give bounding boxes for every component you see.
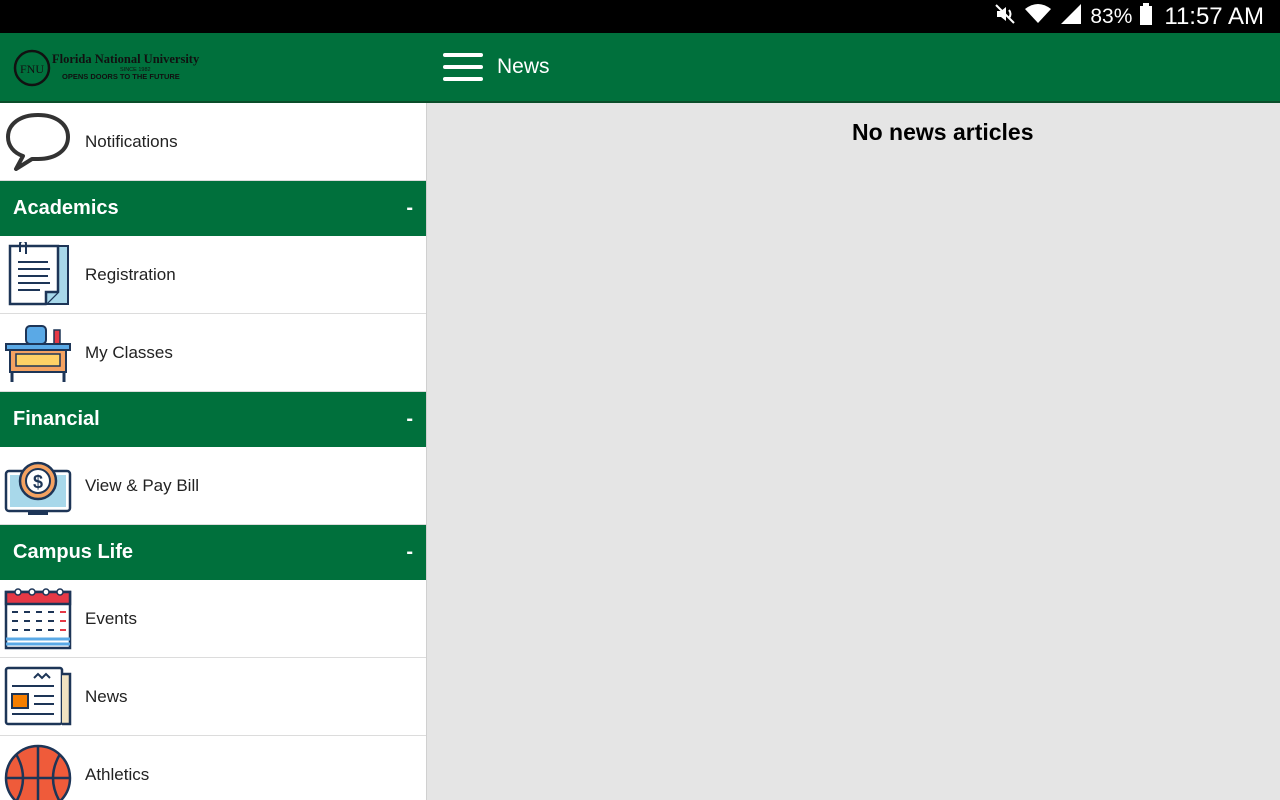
calendar-icon [4, 586, 72, 652]
section-header-financial[interactable]: Financial - [0, 392, 426, 447]
drawer-item-label: Athletics [85, 764, 150, 784]
navigation-drawer: Notifications Academics - Registration M… [0, 103, 427, 800]
section-header-academics[interactable]: Academics - [0, 181, 426, 236]
drawer-item-view-pay-bill[interactable]: $ View & Pay Bill [0, 447, 426, 525]
drawer-item-my-classes[interactable]: My Classes [0, 314, 426, 392]
signal-icon [1060, 3, 1082, 30]
section-title: Academics [13, 197, 119, 219]
newspaper-icon [4, 664, 72, 730]
drawer-item-notifications[interactable]: Notifications [0, 103, 426, 181]
clock: 11:57 AM [1164, 2, 1264, 30]
drawer-item-label: Events [85, 608, 137, 628]
drawer-item-events[interactable]: Events [0, 580, 426, 658]
logo-name: Florida National University [52, 52, 200, 66]
collapse-toggle[interactable]: - [406, 197, 413, 220]
drawer-item-news[interactable]: News [0, 658, 426, 736]
section-header-campus-life[interactable]: Campus Life - [0, 525, 426, 580]
drawer-item-label: My Classes [85, 342, 173, 362]
drawer-item-label: View & Pay Bill [85, 475, 200, 495]
battery-percent: 83% [1090, 4, 1133, 28]
logo-monogram: FNU [20, 62, 44, 76]
mute-icon [994, 3, 1016, 30]
drawer-item-label: News [85, 686, 128, 706]
basketball-icon [4, 742, 72, 800]
drawer-item-athletics[interactable]: Athletics [0, 736, 426, 800]
battery-icon [1140, 3, 1153, 30]
desk-icon [4, 320, 72, 386]
section-title: Financial [13, 408, 100, 430]
university-logo: FNU Florida National University SINCE 19… [12, 48, 232, 88]
empty-state-message: No news articles [852, 119, 1034, 145]
news-content-area: No news articles [427, 103, 1280, 800]
drawer-item-registration[interactable]: Registration [0, 236, 426, 314]
hamburger-menu-icon[interactable] [443, 53, 483, 81]
logo-tagline: OPENS DOORS TO THE FUTURE [62, 72, 180, 81]
collapse-toggle[interactable]: - [406, 541, 413, 564]
page-title: News [497, 55, 550, 78]
status-bar: 83% 11:57 AM [0, 0, 1280, 33]
document-icon [4, 239, 72, 308]
dollar-monitor-icon: $ [4, 453, 72, 519]
section-title: Campus Life [13, 541, 134, 563]
drawer-item-label: Notifications [85, 131, 178, 151]
drawer-item-label: Registration [85, 264, 176, 284]
wifi-icon [1024, 3, 1052, 30]
collapse-toggle[interactable]: - [406, 408, 413, 431]
speech-bubble-icon [4, 109, 72, 175]
svg-text:$: $ [33, 472, 43, 492]
status-icons: 83% 11:57 AM [994, 0, 1264, 33]
